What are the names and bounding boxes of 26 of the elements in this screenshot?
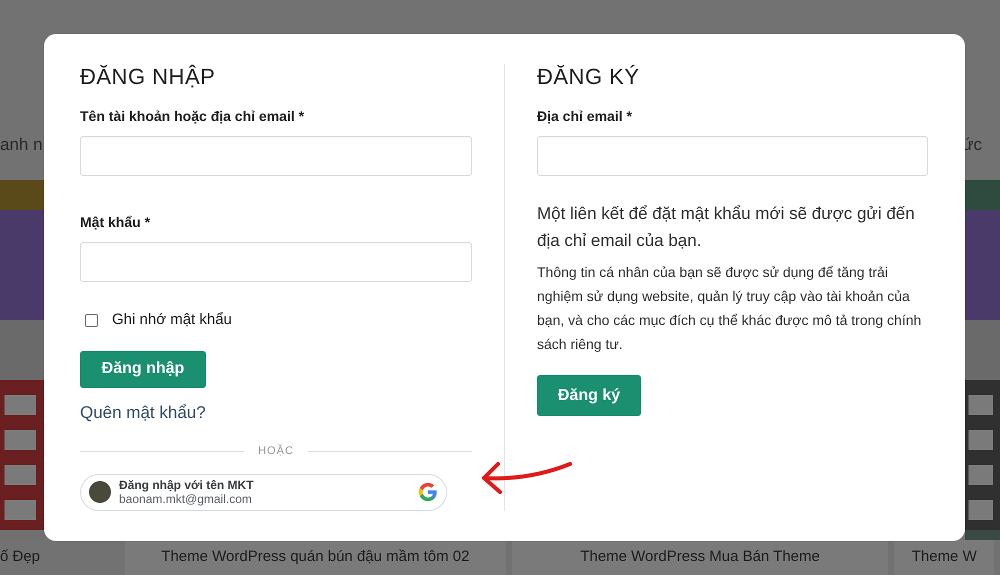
input-field[interactable]	[537, 136, 928, 176]
section-title: ĐĂNG KÝ	[537, 64, 641, 90]
google-icon	[418, 482, 438, 502]
divider-label: HOẶC	[258, 444, 294, 460]
section-title: ĐĂNG NHẬP	[80, 64, 216, 90]
checkbox[interactable]	[85, 314, 98, 327]
input-field[interactable]	[80, 242, 472, 282]
card-title: Theme WordPress Mua Bán Theme	[580, 547, 820, 568]
register-button[interactable]: Đăng ký	[537, 375, 641, 416]
avatar-icon	[89, 481, 111, 504]
privacy-text: Thông tin cá nhân của bạn sẽ được sử dụng để tăng trải nghiệm sử dụng website, quản lý truy cập vào tài khoản của bạn, và cho các mục đích cụ thể khác được mô tả trong chính sách riêng tư.	[537, 263, 922, 354]
login-button[interactable]: Đăng nhập	[80, 350, 206, 388]
checkbox-label: Ghi nhớ mật khẩu	[112, 310, 232, 330]
field-label: Mật khẩu *	[80, 213, 152, 232]
account-email: baonam.mkt@gmail.com	[119, 492, 253, 506]
input-field[interactable]	[80, 136, 472, 176]
field-label: Tên tài khoản hoặc địa chỉ email *	[80, 107, 306, 126]
info-text: Một liên kết để đặt mật khẩu mới sẽ được gửi đến địa chỉ email của bạn.	[537, 203, 916, 252]
account-name: Đăng nhập với tên MKT	[119, 478, 255, 492]
google-signin-button[interactable]: Đăng nhập với tên MKT baonam.mkt@gmail.com	[80, 474, 447, 511]
card-title: ố Đẹp	[0, 547, 40, 568]
forgot-password-link[interactable]: Quên mật khẩu?	[80, 400, 472, 426]
card-title: Theme WordPress quán bún đậu mầm tôm 02	[161, 547, 470, 568]
field-label: Địa chỉ email *	[537, 107, 633, 126]
page-text: anh n	[0, 134, 43, 156]
card-title: Theme W	[912, 547, 977, 568]
